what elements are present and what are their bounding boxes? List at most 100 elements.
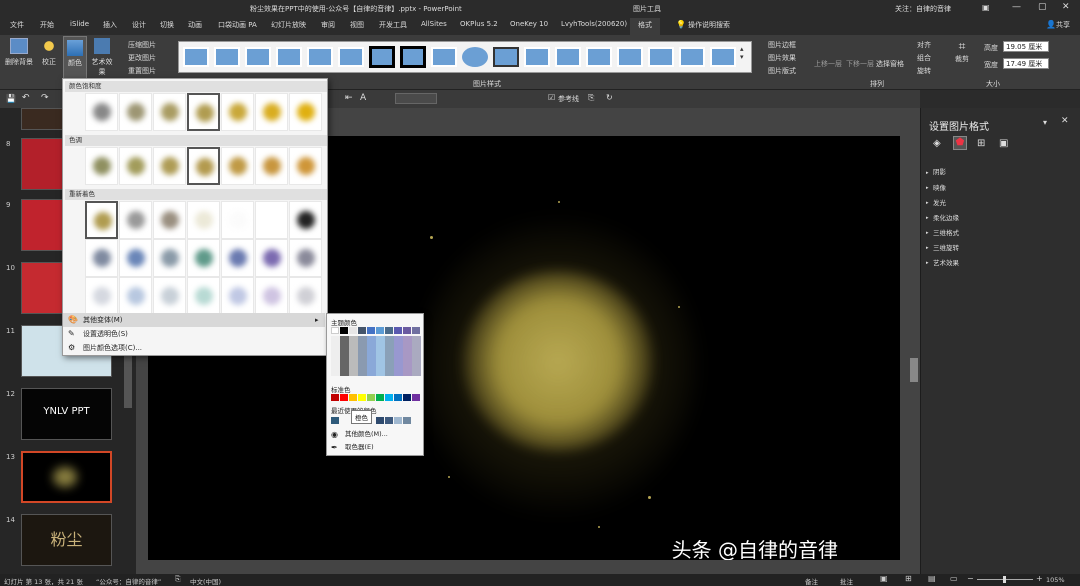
tone-option[interactable]	[289, 147, 322, 185]
std-swatch[interactable]	[376, 394, 384, 401]
save-icon[interactable]: 💾	[6, 94, 16, 103]
style-thumb[interactable]	[307, 47, 333, 67]
style-thumb[interactable]	[369, 46, 395, 68]
style-thumb[interactable]	[586, 47, 612, 67]
tab-onekey[interactable]: OneKey 10	[510, 20, 548, 28]
tab-islide[interactable]: iSlide	[70, 20, 89, 28]
picture-effects-button[interactable]: 图片效果	[768, 53, 796, 63]
normal-view-icon[interactable]: ▣	[880, 574, 888, 583]
sorter-view-icon[interactable]: ⊞	[905, 574, 912, 583]
pane-item-soft-edges[interactable]: 柔化边缘	[933, 212, 959, 222]
tab-format[interactable]: 格式	[630, 18, 660, 35]
standard-swatch-row[interactable]	[331, 394, 421, 402]
pane-collapse-icon[interactable]: ▾	[1043, 118, 1047, 127]
align-left-icon[interactable]: ⇤	[345, 93, 353, 103]
minimize-button[interactable]: —	[1012, 2, 1021, 12]
theme-swatch[interactable]	[331, 327, 339, 334]
saturation-option[interactable]	[221, 93, 254, 131]
tab-slideshow[interactable]: 幻灯片放映	[271, 20, 306, 30]
reading-view-icon[interactable]: ▤	[928, 574, 936, 583]
recolor-option[interactable]	[187, 277, 220, 315]
maximize-button[interactable]: ▢	[1038, 2, 1047, 12]
account-label[interactable]: 关注：自律的音律	[895, 4, 951, 14]
recolor-option[interactable]	[119, 239, 152, 277]
picture-border-button[interactable]: 图片边框	[768, 40, 796, 50]
theme-swatch-grid[interactable]	[331, 327, 421, 383]
slide-thumbnail[interactable]: YNLV PPT	[21, 388, 112, 440]
style-thumb[interactable]	[555, 47, 581, 67]
recolor-option[interactable]	[255, 239, 288, 277]
rotate-button[interactable]: 旋转	[917, 66, 931, 76]
style-thumb[interactable]	[214, 47, 240, 67]
style-thumb[interactable]	[183, 47, 209, 67]
tone-option[interactable]	[221, 147, 254, 185]
eyedropper-item[interactable]: ✒ 取色器(E)	[327, 441, 423, 454]
pane-close-icon[interactable]: ✕	[1061, 116, 1069, 126]
std-swatch[interactable]	[403, 394, 411, 401]
qat-input[interactable]	[395, 93, 437, 104]
color-button[interactable]: 颜色	[63, 36, 87, 80]
tab-developer[interactable]: 开发工具	[379, 20, 407, 30]
std-swatch[interactable]	[358, 394, 366, 401]
send-backward-button[interactable]: 下移一层	[846, 59, 874, 69]
more-colors-item[interactable]: ◉ 其他颜色(M)...	[327, 428, 423, 441]
more-variations-item[interactable]: 🎨 其他变体(M) ▸	[63, 313, 325, 327]
saturation-option[interactable]	[289, 93, 322, 131]
comments-button[interactable]: 批注	[840, 576, 853, 586]
style-thumb[interactable]	[710, 47, 736, 67]
artistic-effects-button[interactable]: 艺术效果	[89, 38, 115, 78]
effects-icon[interactable]: ⬟	[953, 136, 967, 150]
recolor-option[interactable]	[85, 239, 118, 277]
tab-lvyhtools[interactable]: LvyhTools(200620)	[561, 20, 627, 28]
pane-item-artistic[interactable]: 艺术效果	[933, 257, 959, 267]
tone-option[interactable]	[187, 147, 220, 185]
std-swatch[interactable]	[385, 394, 393, 401]
ribbon-display-icon[interactable]: ▣	[982, 3, 990, 12]
tone-option[interactable]	[85, 147, 118, 185]
style-thumb[interactable]	[276, 47, 302, 67]
width-field[interactable]: 17.49 厘米	[1003, 58, 1049, 69]
close-button[interactable]: ✕	[1062, 2, 1070, 12]
height-field[interactable]: 19.05 厘米	[1003, 41, 1049, 52]
set-transparent-color-item[interactable]: ✎ 设置透明色(S)	[63, 327, 325, 341]
std-swatch[interactable]	[412, 394, 420, 401]
recent-swatch[interactable]	[394, 417, 402, 424]
std-swatch[interactable]	[340, 394, 348, 401]
slide-thumbnail-selected[interactable]	[21, 451, 112, 503]
tab-home[interactable]: 开始	[40, 20, 54, 30]
notes-button[interactable]: 备注	[805, 576, 818, 586]
language-status[interactable]: 中文(中国)	[190, 576, 221, 586]
theme-swatch[interactable]	[340, 327, 348, 334]
pane-item-glow[interactable]: 发光	[933, 197, 946, 207]
pane-item-3d-rotation[interactable]: 三维旋转	[933, 242, 959, 252]
style-thumb[interactable]	[245, 47, 271, 67]
undo-icon[interactable]: ↶	[22, 93, 30, 103]
tab-allsites[interactable]: AllSites	[421, 20, 447, 28]
saturation-option[interactable]	[255, 93, 288, 131]
style-thumb[interactable]	[400, 46, 426, 68]
saturation-option[interactable]	[85, 93, 118, 131]
recolor-option[interactable]	[221, 201, 254, 239]
theme-swatch[interactable]	[358, 327, 366, 334]
recolor-option[interactable]	[187, 239, 220, 277]
zoom-in-icon[interactable]: +	[1036, 574, 1043, 583]
style-thumb[interactable]	[617, 47, 643, 67]
dust-image[interactable]	[408, 196, 708, 536]
recolor-option[interactable]	[255, 201, 288, 239]
tab-review[interactable]: 审阅	[321, 20, 335, 30]
theme-swatch[interactable]	[349, 327, 357, 334]
pane-item-3d-format[interactable]: 三维格式	[933, 227, 959, 237]
gallery-scroll-icon[interactable]: ▴ ▾	[740, 45, 744, 61]
font-color-icon[interactable]: A	[360, 93, 366, 103]
align-button[interactable]: 对齐	[917, 40, 931, 50]
accessibility-icon[interactable]: ⎘	[175, 575, 181, 584]
std-swatch[interactable]	[367, 394, 375, 401]
recent-swatch-row[interactable]	[331, 417, 421, 425]
tone-option[interactable]	[153, 147, 186, 185]
tab-design[interactable]: 设计	[132, 20, 146, 30]
reset-picture-button[interactable]: 重置图片	[128, 66, 156, 76]
recolor-option[interactable]	[153, 277, 186, 315]
std-swatch[interactable]	[349, 394, 357, 401]
tab-okplus[interactable]: OKPlus 5.2	[460, 20, 498, 28]
recent-swatch[interactable]	[331, 417, 339, 424]
